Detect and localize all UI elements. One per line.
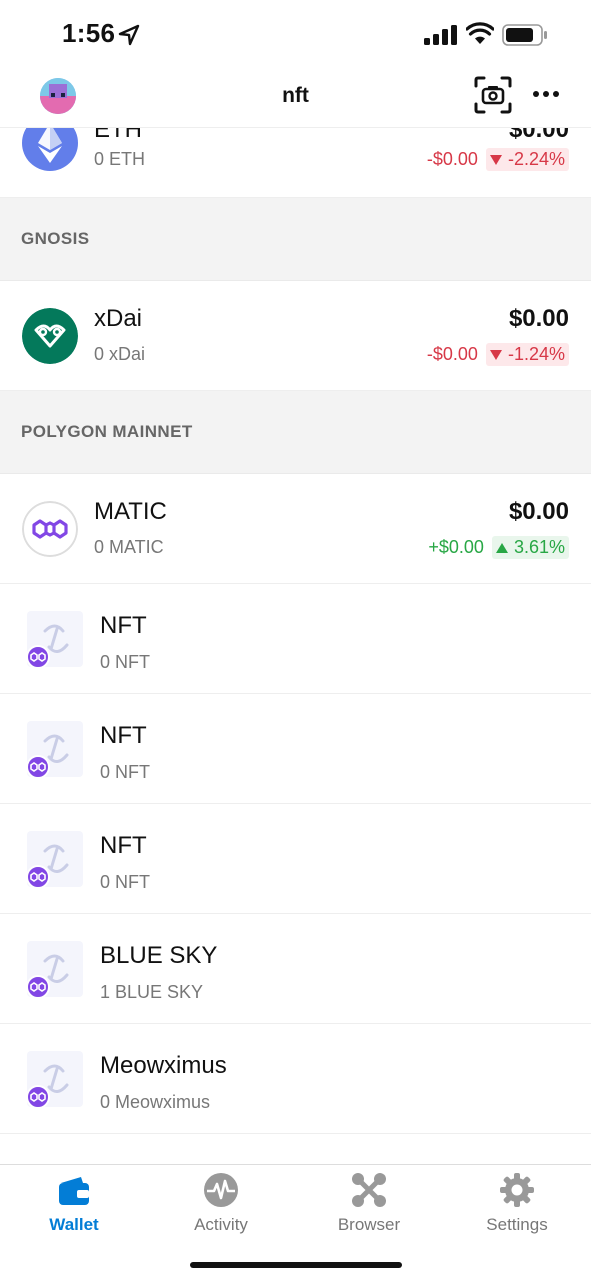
nft-balance: 0 Meowximus [100,1092,211,1112]
token-price-change: -$0.00 -2.24% [427,148,569,171]
token-row-xdai[interactable]: xDai 0 xDai $0.00 -$0.00 -1.24% [0,281,591,391]
tab-label: Browser [337,1215,401,1234]
polygon-network-badge-icon [26,755,50,779]
asset-list[interactable]: ETH 0 ETH $0.00 -$0.00 -2.24% GNOSIS xDa… [0,128,591,1164]
change-absolute: +$0.00 [428,537,484,557]
change-percent: 3.61% [513,537,565,557]
nft-name: NFT [100,612,147,639]
token-name: ETH [94,128,142,143]
tab-settings[interactable]: Settings [457,1171,577,1241]
token-price-change: +$0.00 3.61% [428,536,569,559]
token-name: MATIC [94,498,167,525]
activity-icon [204,1173,238,1207]
polygon-network-badge-icon [26,975,50,999]
token-row-matic[interactable]: MATIC 0 MATIC $0.00 +$0.00 3.61% [0,474,591,584]
nft-row[interactable]: NFT 0 NFT [0,804,591,914]
change-absolute: -$0.00 [426,344,478,364]
polygon-network-badge-icon [26,865,50,889]
tab-label: Activity [194,1215,248,1234]
tab-activity[interactable]: Activity [161,1171,281,1241]
gnosis-logo-icon [22,308,78,364]
nft-name: BLUE SKY [100,942,218,969]
status-time: 1:56 [62,18,116,48]
nft-row[interactable]: BLUE SKY 1 BLUE SKY [0,914,591,1024]
nft-name: NFT [100,832,147,859]
nft-row[interactable]: NFT 0 NFT [0,694,591,804]
wallet-icon [59,1177,89,1205]
nft-name: Meowximus [100,1052,227,1079]
change-percent: -2.24% [507,149,565,169]
wifi-icon [466,22,494,44]
ethereum-logo-icon [22,128,78,171]
nft-balance: 0 NFT [100,872,151,892]
change-percent: -1.24% [507,344,565,364]
tab-label: Wallet [49,1215,99,1234]
network-section-polygon: POLYGON MAINNET [0,391,591,474]
token-name: xDai [94,305,143,332]
token-fiat-value: $0.00 [508,128,569,143]
nft-balance: 1 BLUE SKY [100,982,204,1002]
more-options-icon[interactable] [532,84,560,104]
nft-balance: 0 NFT [100,762,151,782]
header: nft [0,66,591,128]
location-arrow-icon [118,24,140,46]
nft-row[interactable]: NFT 0 NFT [0,584,591,694]
change-absolute: -$0.00 [426,149,478,169]
change-percent-pill: 3.61% [491,536,569,559]
token-balance: 0 xDai [94,344,146,364]
token-balance: 0 MATIC [94,537,164,557]
cellular-signal-icon [424,25,457,45]
polygon-logo-icon [22,501,78,557]
tab-wallet[interactable]: Wallet [14,1171,134,1241]
token-row-eth[interactable]: ETH 0 ETH $0.00 -$0.00 -2.24% [0,128,591,198]
token-fiat-value: $0.00 [508,498,569,525]
up-triangle-icon [495,542,508,553]
nft-balance: 0 NFT [100,652,151,672]
scan-qr-button[interactable] [474,76,512,114]
home-indicator [190,1262,402,1268]
polygon-network-badge-icon [26,645,50,669]
token-price-change: -$0.00 -1.24% [427,343,569,366]
tab-browser[interactable]: Browser [309,1171,429,1241]
change-percent-pill: -1.24% [485,343,569,366]
polygon-network-badge-icon [26,1085,50,1109]
status-bar: 1:56 [0,0,591,66]
down-triangle-icon [489,154,502,165]
browser-icon [352,1173,386,1207]
nft-name: NFT [100,722,147,749]
tab-label: Settings [486,1215,548,1234]
network-section-gnosis: GNOSIS [0,198,591,281]
change-percent-pill: -2.24% [485,148,569,171]
token-balance: 0 ETH [94,149,146,169]
down-triangle-icon [489,349,502,360]
token-fiat-value: $0.00 [508,305,569,332]
nft-row[interactable]: Meowximus 0 Meowximus [0,1024,591,1134]
gear-icon [500,1173,534,1207]
battery-icon [502,24,547,46]
